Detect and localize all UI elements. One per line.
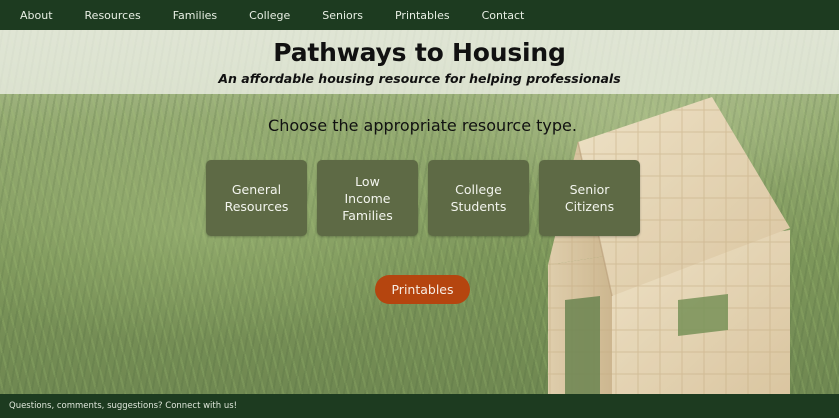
card-label: General Resources [224,182,289,214]
printables-button[interactable]: Printables [375,275,470,304]
footer: Questions, comments, suggestions? Connec… [0,394,839,418]
card-label: Low Income Families [342,173,393,223]
card-label: College Students [450,182,507,214]
main-overlay [0,94,839,394]
nav-seniors[interactable]: Seniors [306,9,379,22]
card-college-students[interactable]: College Students [428,160,529,236]
card-label: Senior Citizens [564,182,615,214]
site-title: Pathways to Housing [273,38,566,67]
site-subtitle: An affordable housing resource for helpi… [218,71,621,86]
nav-printables[interactable]: Printables [379,9,466,22]
nav-resources[interactable]: Resources [69,9,157,22]
card-low-income-families[interactable]: Low Income Families [317,160,418,236]
nav-contact[interactable]: Contact [466,9,541,22]
nav-college[interactable]: College [233,9,306,22]
card-senior-citizens[interactable]: Senior Citizens [539,160,640,236]
resource-type-prompt: Choose the appropriate resource type. [268,116,577,135]
nav-about[interactable]: About [4,9,69,22]
footer-contact-link[interactable]: Questions, comments, suggestions? Connec… [9,401,237,411]
nav-families[interactable]: Families [157,9,233,22]
header-banner: Pathways to Housing An affordable housin… [0,30,839,94]
card-general-resources[interactable]: General Resources [206,160,307,236]
top-nav: About Resources Families College Seniors… [0,0,839,30]
